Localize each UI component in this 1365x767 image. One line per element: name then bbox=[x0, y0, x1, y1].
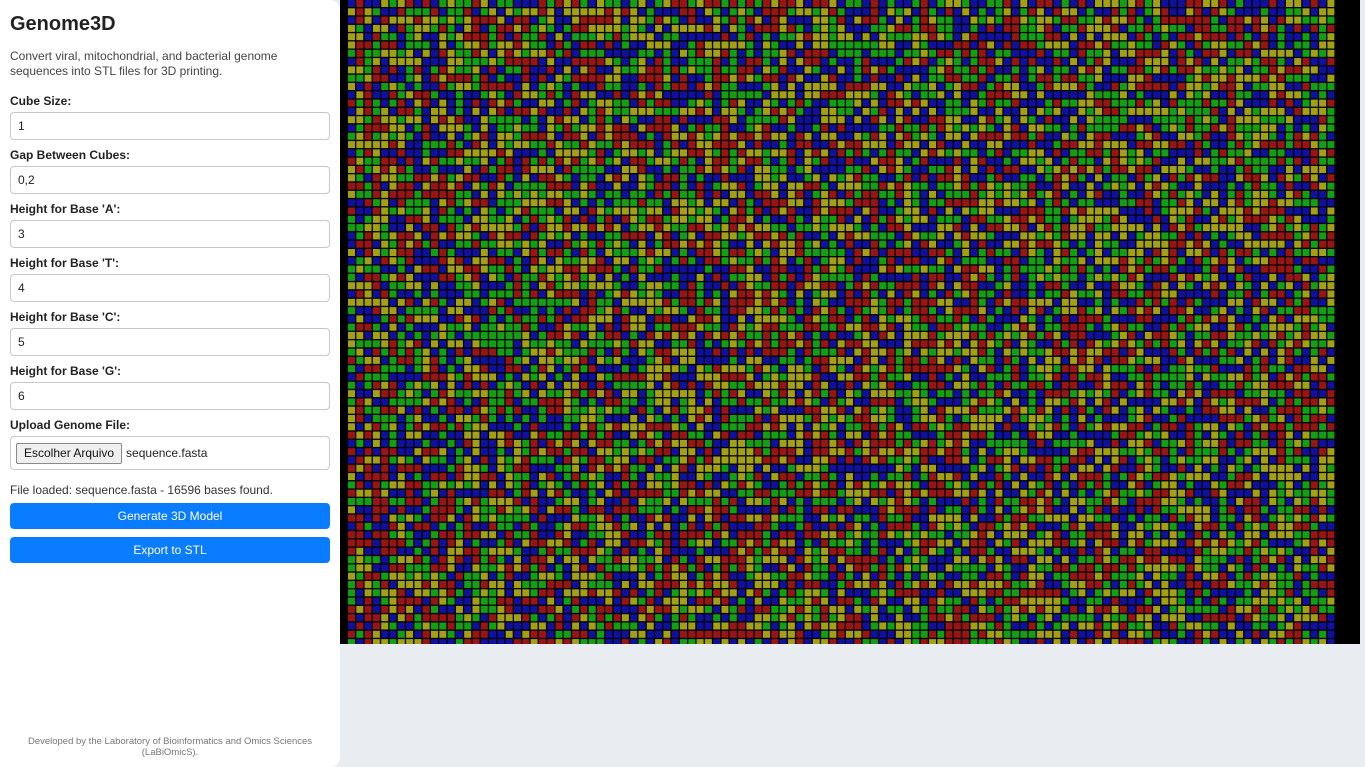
generate-model-button[interactable]: Generate 3D Model bbox=[10, 503, 330, 529]
footer-credit: Developed by the Laboratory of Bioinform… bbox=[27, 736, 313, 758]
app-description: Convert viral, mitochondrial, and bacter… bbox=[10, 49, 278, 78]
upload-label: Upload Genome File: bbox=[10, 418, 131, 432]
height-g-input[interactable] bbox=[10, 382, 330, 410]
app-root: Genome3D Convert viral, mitochondrial, a… bbox=[0, 0, 1365, 767]
height-t-label: Height for Base 'T': bbox=[10, 256, 120, 270]
export-stl-button[interactable]: Export to STL bbox=[10, 537, 330, 563]
cube-size-input[interactable] bbox=[10, 112, 330, 140]
choose-file-button[interactable]: Escolher Arquivo bbox=[16, 442, 123, 464]
app-title: Genome3D bbox=[10, 13, 116, 35]
genome-cube-grid[interactable] bbox=[340, 0, 1360, 644]
cube-size-label: Cube Size: bbox=[10, 94, 72, 108]
selected-file-name: sequence.fasta bbox=[126, 446, 208, 460]
height-a-input[interactable] bbox=[10, 220, 330, 248]
3d-viewer-canvas[interactable] bbox=[340, 0, 1360, 644]
gap-label: Gap Between Cubes: bbox=[10, 148, 131, 162]
gap-input[interactable] bbox=[10, 166, 330, 194]
height-g-label: Height for Base 'G': bbox=[10, 364, 122, 378]
file-input[interactable]: Escolher Arquivo sequence.fasta bbox=[10, 436, 330, 470]
height-a-label: Height for Base 'A': bbox=[10, 202, 121, 216]
height-c-input[interactable] bbox=[10, 328, 330, 356]
height-c-label: Height for Base 'C': bbox=[10, 310, 121, 324]
file-status-text: File loaded: sequence.fasta - 16596 base… bbox=[10, 483, 273, 497]
control-panel: Genome3D Convert viral, mitochondrial, a… bbox=[0, 0, 340, 767]
height-t-input[interactable] bbox=[10, 274, 330, 302]
